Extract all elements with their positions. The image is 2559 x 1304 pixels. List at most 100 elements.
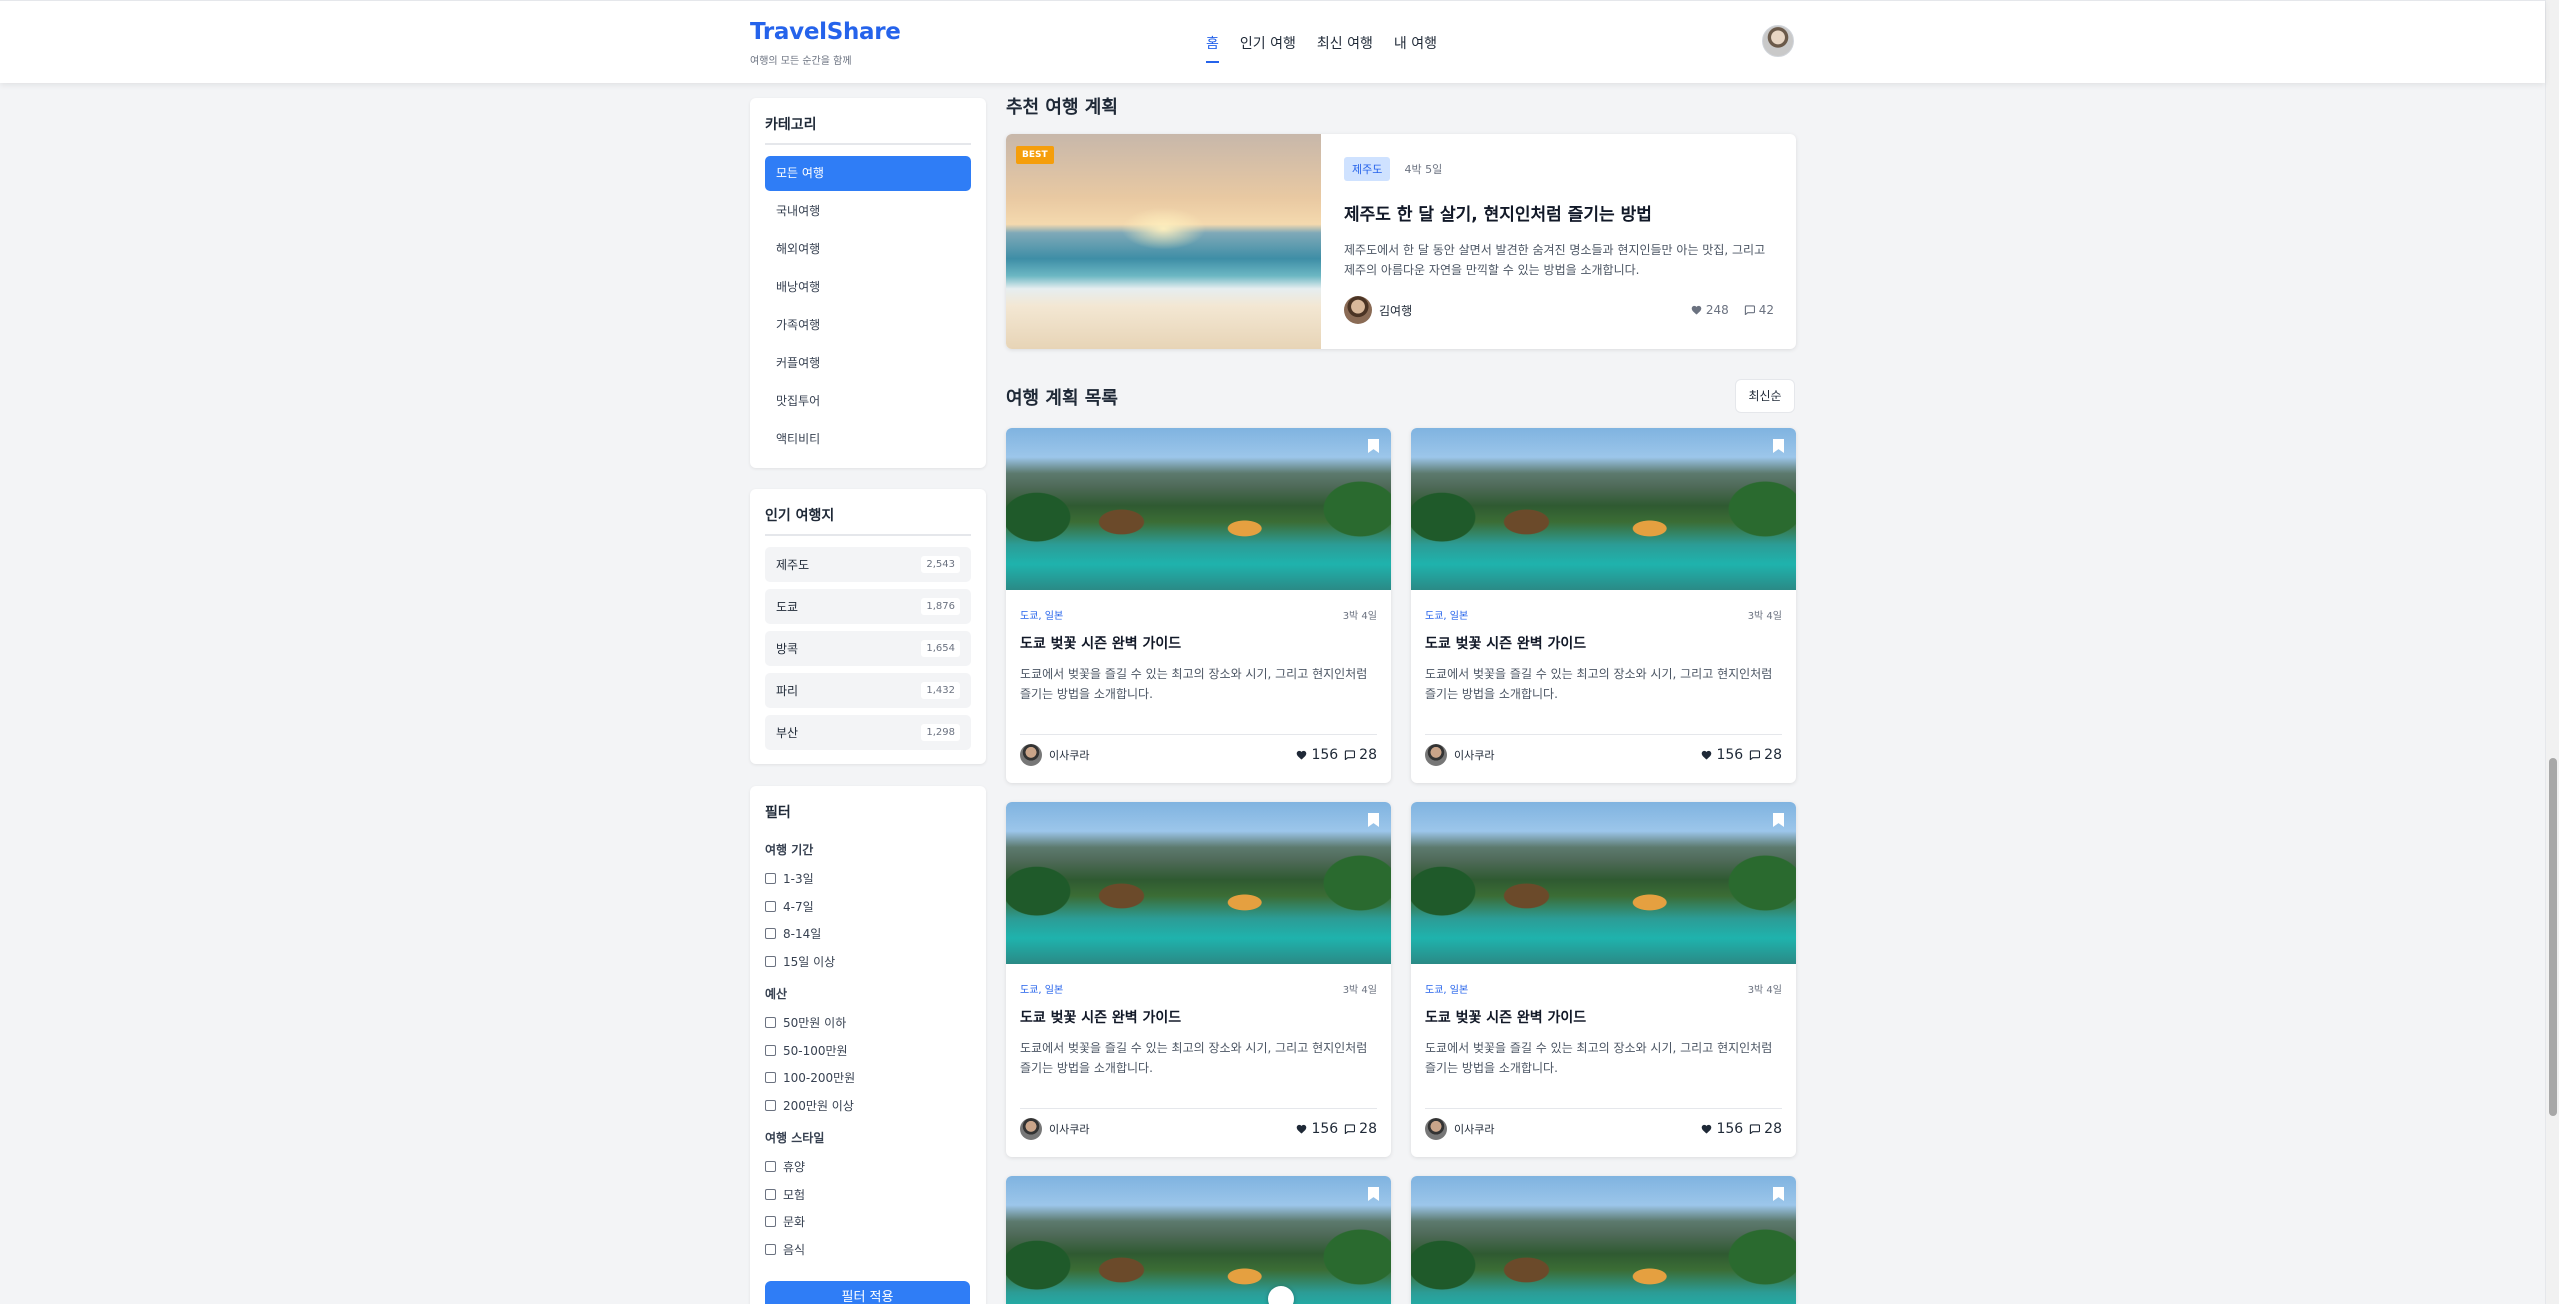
trip-image[interactable]: [1006, 802, 1391, 964]
popular-title: 인기 여행지: [765, 505, 971, 536]
category-overseas[interactable]: 해외여행: [765, 232, 971, 267]
trip-card[interactable]: 도쿄, 일본 3박 4일 도쿄 벚꽃 시즌 완벽 가이드 도쿄에서 벚꽃을 즐길 …: [1006, 428, 1391, 783]
checkbox[interactable]: [765, 1243, 776, 1255]
category-couple[interactable]: 커플여행: [765, 346, 971, 381]
brand[interactable]: TravelShare 여행의 모든 순간을 함께: [750, 19, 901, 67]
checkbox[interactable]: [765, 1099, 776, 1111]
destination-item[interactable]: 도쿄 1,876: [765, 589, 971, 624]
bookmark-icon[interactable]: [1368, 1187, 1379, 1201]
checkbox[interactable]: [765, 1216, 776, 1228]
filter-option[interactable]: 50만원 이하: [765, 1009, 971, 1037]
sort-button[interactable]: 최신순: [1735, 379, 1795, 413]
checkbox[interactable]: [765, 955, 776, 967]
category-all[interactable]: 모든 여행: [765, 156, 971, 191]
trip-image[interactable]: [1006, 428, 1391, 590]
scrollbar[interactable]: [2545, 0, 2559, 1304]
bookmark-icon[interactable]: [1368, 813, 1379, 827]
filter-option[interactable]: 200만원 이상: [765, 1092, 971, 1120]
brand-logo-text[interactable]: TravelShare: [750, 19, 901, 45]
filter-option-label: 4-7일: [783, 899, 814, 914]
filter-option[interactable]: 4-7일: [765, 893, 971, 921]
filter-option[interactable]: 문화: [765, 1208, 971, 1236]
nav-popular[interactable]: 인기 여행: [1240, 33, 1296, 63]
likes[interactable]: 156: [1296, 747, 1338, 763]
trip-title[interactable]: 도쿄 벚꽃 시즌 완벽 가이드: [1020, 633, 1377, 653]
filter-option[interactable]: 1-3일: [765, 865, 971, 893]
user-avatar[interactable]: [1762, 25, 1794, 57]
trip-card[interactable]: [1006, 1176, 1391, 1304]
checkbox[interactable]: [765, 1188, 776, 1200]
comments[interactable]: 28: [1344, 747, 1377, 763]
comment-count: 28: [1764, 747, 1782, 763]
checkbox[interactable]: [765, 873, 776, 885]
trip-image[interactable]: [1411, 802, 1796, 964]
filter-option[interactable]: 음식: [765, 1236, 971, 1264]
featured-image[interactable]: BEST: [1006, 134, 1321, 349]
author[interactable]: 이사쿠라: [1020, 1118, 1089, 1140]
scrollbar-thumb[interactable]: [2549, 758, 2557, 1116]
likes[interactable]: 156: [1701, 1121, 1743, 1137]
comments[interactable]: 28: [1344, 1121, 1377, 1137]
trip-image[interactable]: [1411, 428, 1796, 590]
destination-item[interactable]: 파리 1,432: [765, 673, 971, 708]
trip-card-body: 도쿄, 일본 3박 4일 도쿄 벚꽃 시즌 완벽 가이드 도쿄에서 벚꽃을 즐길 …: [1425, 981, 1782, 1078]
destination-tag[interactable]: 제주도: [1344, 157, 1391, 181]
author[interactable]: 김여행: [1344, 296, 1412, 324]
filter-option[interactable]: 15일 이상: [765, 948, 971, 976]
likes[interactable]: 156: [1296, 1121, 1338, 1137]
apply-filter-button[interactable]: 필터 적용: [765, 1281, 970, 1304]
bookmark-icon[interactable]: [1773, 1187, 1784, 1201]
category-domestic[interactable]: 국내여행: [765, 194, 971, 229]
destination-item[interactable]: 방콕 1,654: [765, 631, 971, 666]
category-activity[interactable]: 액티비티: [765, 422, 971, 457]
author[interactable]: 이사쿠라: [1425, 1118, 1494, 1140]
category-backpacking[interactable]: 배낭여행: [765, 270, 971, 305]
likes[interactable]: 248: [1691, 303, 1729, 317]
author[interactable]: 이사쿠라: [1425, 744, 1494, 766]
comments[interactable]: 28: [1749, 1121, 1782, 1137]
trip-title[interactable]: 도쿄 벚꽃 시즌 완벽 가이드: [1425, 633, 1782, 653]
filter-option[interactable]: 100-200만원: [765, 1064, 971, 1092]
featured-card[interactable]: BEST 제주도 4박 5일 제주도 한 달 살기, 현지인처럼 즐기는 방법 …: [1006, 134, 1796, 349]
checkbox[interactable]: [765, 1072, 776, 1084]
category-family[interactable]: 가족여행: [765, 308, 971, 343]
trip-title[interactable]: 도쿄 벚꽃 시즌 완벽 가이드: [1020, 1007, 1377, 1027]
trip-image[interactable]: [1411, 1176, 1796, 1304]
trip-location[interactable]: 도쿄, 일본: [1020, 607, 1063, 622]
filter-option[interactable]: 모험: [765, 1181, 971, 1209]
destination-item[interactable]: 부산 1,298: [765, 715, 971, 750]
checkbox[interactable]: [765, 928, 776, 940]
bookmark-icon[interactable]: [1773, 813, 1784, 827]
nav-home[interactable]: 홈: [1206, 33, 1219, 63]
nav-my-trips[interactable]: 내 여행: [1394, 33, 1437, 63]
likes[interactable]: 156: [1701, 747, 1743, 763]
trip-location[interactable]: 도쿄, 일본: [1425, 981, 1468, 996]
filter-option[interactable]: 8-14일: [765, 920, 971, 948]
destination-item[interactable]: 제주도 2,543: [765, 547, 971, 582]
trip-card[interactable]: 도쿄, 일본 3박 4일 도쿄 벚꽃 시즌 완벽 가이드 도쿄에서 벚꽃을 즐길 …: [1411, 802, 1796, 1157]
like-count: 156: [1716, 1121, 1744, 1137]
bookmark-icon[interactable]: [1368, 439, 1379, 453]
filter-option[interactable]: 휴양: [765, 1153, 971, 1181]
category-food-tour[interactable]: 맛집투어: [765, 384, 971, 419]
category-panel: 카테고리 모든 여행 국내여행 해외여행 배낭여행 가족여행 커플여행 맛집투어…: [750, 98, 986, 468]
trip-location[interactable]: 도쿄, 일본: [1020, 981, 1063, 996]
featured-title[interactable]: 제주도 한 달 살기, 현지인처럼 즐기는 방법: [1344, 200, 1774, 225]
checkbox[interactable]: [765, 1161, 776, 1173]
trip-location[interactable]: 도쿄, 일본: [1425, 607, 1468, 622]
trip-image[interactable]: [1006, 1176, 1391, 1304]
trip-card[interactable]: [1411, 1176, 1796, 1304]
comments[interactable]: 28: [1749, 747, 1782, 763]
trip-card[interactable]: 도쿄, 일본 3박 4일 도쿄 벚꽃 시즌 완벽 가이드 도쿄에서 벚꽃을 즐길 …: [1006, 802, 1391, 1157]
checkbox[interactable]: [765, 900, 776, 912]
trip-title[interactable]: 도쿄 벚꽃 시즌 완벽 가이드: [1425, 1007, 1782, 1027]
checkbox[interactable]: [765, 1017, 776, 1029]
filter-option[interactable]: 50-100만원: [765, 1037, 971, 1065]
bookmark-icon[interactable]: [1773, 439, 1784, 453]
checkbox[interactable]: [765, 1044, 776, 1056]
trip-card[interactable]: 도쿄, 일본 3박 4일 도쿄 벚꽃 시즌 완벽 가이드 도쿄에서 벚꽃을 즐길 …: [1411, 428, 1796, 783]
author[interactable]: 이사쿠라: [1020, 744, 1089, 766]
comments[interactable]: 42: [1744, 303, 1774, 317]
nav-latest[interactable]: 최신 여행: [1317, 33, 1373, 63]
author-name: 이사쿠라: [1454, 1123, 1495, 1136]
